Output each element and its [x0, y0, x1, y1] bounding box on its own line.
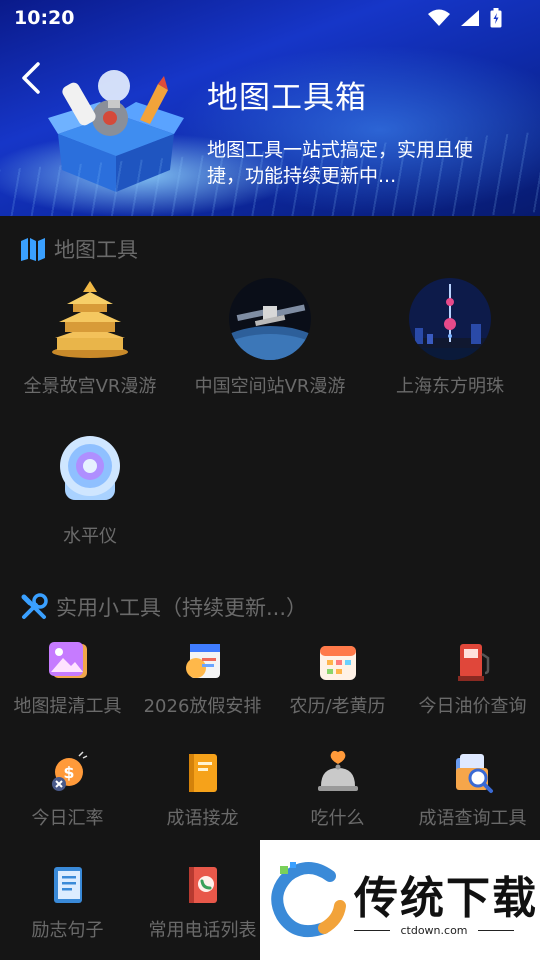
- tool-label: 常用电话列表: [148, 920, 257, 941]
- photo-icon: [48, 642, 87, 678]
- watermark-overlay: 传统下载 ctdown.com: [260, 840, 540, 960]
- map-icon: [21, 238, 45, 261]
- tool-space-station-vr[interactable]: 中国空间站VR漫游: [180, 278, 360, 398]
- page-title: 地图工具箱: [207, 80, 367, 116]
- tools-icon: [21, 593, 48, 619]
- tool-map-enhance[interactable]: 地图提清工具: [0, 638, 135, 718]
- tool-label: 农历/老黄历: [289, 696, 386, 717]
- tool-lunar-calendar[interactable]: 农历/老黄历: [270, 638, 405, 718]
- tool-oil-price[interactable]: 今日油价查询: [405, 638, 540, 718]
- tool-label: 2026放假安排: [143, 696, 262, 717]
- tool-label: 全景故宫VR漫游: [23, 376, 157, 397]
- tool-label: 今日油价查询: [418, 696, 527, 717]
- tool-label: 成语查询工具: [418, 808, 527, 829]
- level-icon: [60, 436, 120, 500]
- toolbox-illustration: [48, 70, 184, 192]
- signal-icon: [461, 10, 479, 26]
- status-bar: 10:20: [0, 0, 540, 36]
- tool-oriental-pearl[interactable]: 上海东方明珠: [360, 278, 540, 398]
- tool-label: 中国空间站VR漫游: [194, 376, 346, 397]
- tool-label: 上海东方明珠: [396, 376, 504, 397]
- calendar-icon: [319, 646, 356, 680]
- temple-image: [52, 281, 128, 358]
- phone-book-icon: [188, 867, 217, 903]
- tool-label: 水平仪: [63, 526, 117, 547]
- tool-level[interactable]: 水平仪: [0, 428, 180, 548]
- battery-icon: [490, 8, 502, 28]
- notebook-icon: [53, 867, 82, 903]
- back-arrow-icon[interactable]: [14, 58, 48, 98]
- watermark-brand: 传统下载: [354, 873, 538, 924]
- tool-label: 地图提清工具: [13, 696, 122, 717]
- fuel-pump-icon: [457, 644, 489, 681]
- food-cloche-icon: [317, 750, 358, 791]
- watermark-url: ctdown.com: [400, 924, 468, 937]
- tool-what-to-eat[interactable]: 吃什么: [270, 750, 405, 830]
- tool-idiom-chain[interactable]: 成语接龙: [135, 750, 270, 830]
- section-title-utilities: 实用小工具（持续更新...）: [20, 592, 307, 622]
- tool-exchange-rate[interactable]: $ 今日汇率: [0, 750, 135, 830]
- svg-text:$: $: [63, 763, 74, 782]
- space-station-image: [229, 278, 311, 360]
- tool-label: 今日汇率: [31, 808, 104, 829]
- search-folder-icon: [455, 754, 493, 793]
- tool-motivational-quotes[interactable]: 励志句子: [0, 862, 135, 942]
- tool-label: 吃什么: [310, 808, 365, 829]
- page-description: 地图工具一站式搞定，实用且便捷，功能持续更新中...: [207, 139, 474, 187]
- tool-holiday-schedule[interactable]: 2026放假安排: [135, 638, 270, 718]
- tool-phone-list[interactable]: 常用电话列表: [135, 862, 270, 942]
- header-banner: 10:20 地图工具箱 地图工具一站式搞定，实用且便捷，功能持续更新中...: [0, 0, 540, 216]
- exchange-coin-icon: $: [51, 751, 87, 791]
- section-title-map-tools: 地图工具: [20, 234, 138, 264]
- pearl-tower-image: [409, 278, 491, 360]
- tool-forbidden-city-vr[interactable]: 全景故宫VR漫游: [0, 278, 180, 398]
- tool-idiom-query[interactable]: 成语查询工具: [405, 750, 540, 830]
- status-time: 10:20: [14, 7, 75, 29]
- tool-label: 励志句子: [31, 920, 104, 941]
- schedule-icon: [185, 644, 220, 678]
- brand-logo-icon: [271, 862, 346, 937]
- book-icon: [188, 754, 217, 792]
- tool-label: 成语接龙: [166, 808, 239, 829]
- wifi-icon: [428, 9, 450, 26]
